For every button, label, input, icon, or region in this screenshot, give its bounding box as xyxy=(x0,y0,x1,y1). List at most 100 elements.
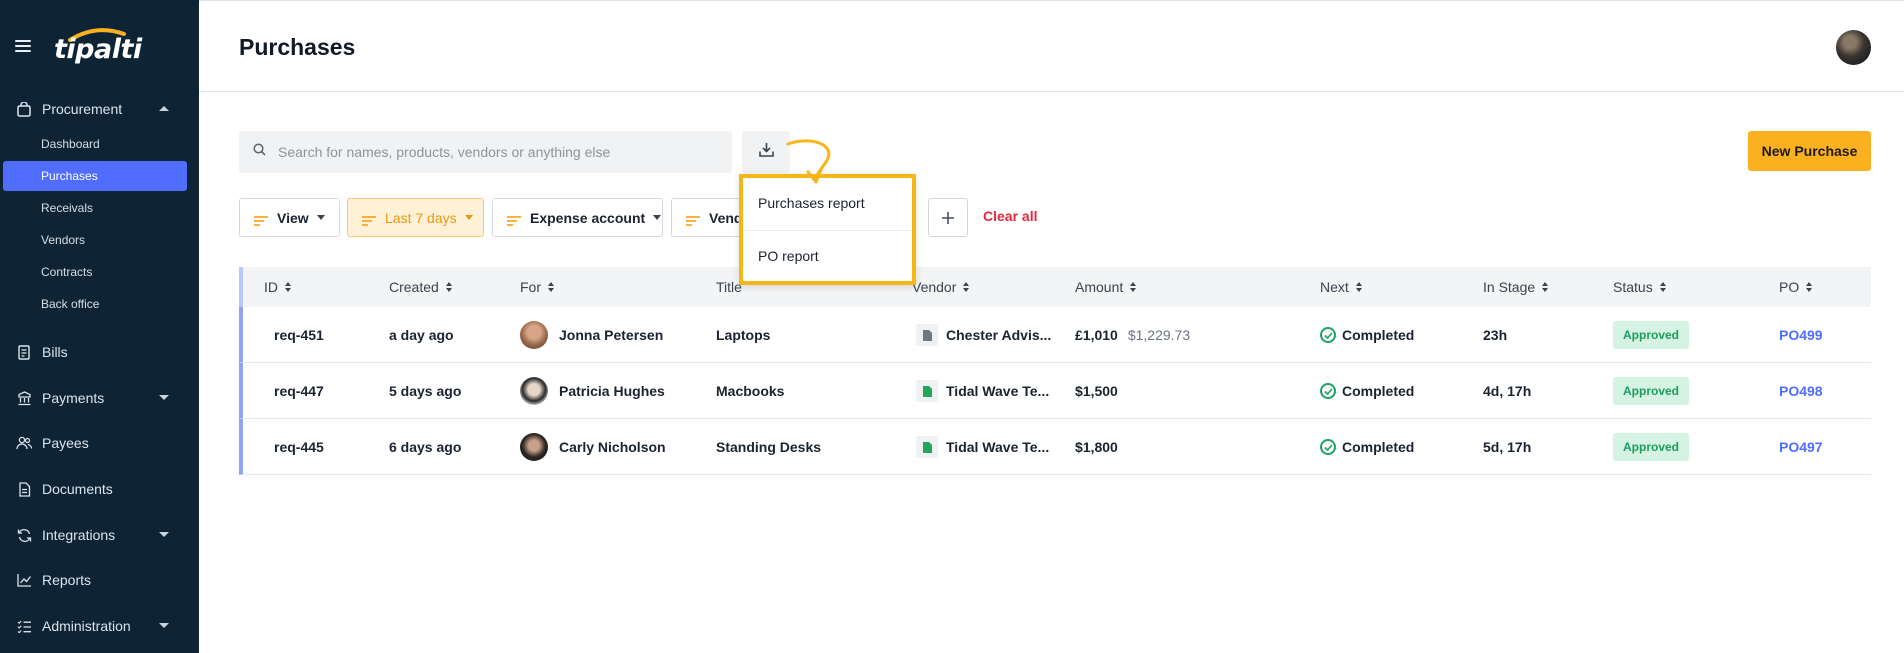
sort-icon xyxy=(445,282,452,292)
new-purchase-button[interactable]: New Purchase xyxy=(1748,131,1871,171)
sidebar-section-documents[interactable]: Documents xyxy=(0,474,199,504)
sidebar-item-purchases[interactable]: Purchases xyxy=(3,161,187,191)
table-row[interactable]: req-447 5 days ago Patricia Hughes Macbo… xyxy=(239,363,1871,419)
column-header-in-stage[interactable]: In Stage xyxy=(1483,279,1549,295)
cell-created: a day ago xyxy=(389,327,454,343)
sidebar-section-integrations[interactable]: Integrations xyxy=(0,520,199,550)
column-header-id[interactable]: ID xyxy=(264,279,291,295)
chevron-down-icon xyxy=(464,215,473,220)
search-input[interactable] xyxy=(278,144,718,160)
sort-icon xyxy=(1355,282,1362,292)
sidebar-section-payments[interactable]: Payments xyxy=(0,383,199,413)
amount-primary: $1,800 xyxy=(1075,439,1118,455)
person-name: Jonna Petersen xyxy=(559,327,664,343)
cell-next: Completed xyxy=(1320,419,1414,475)
sidebar-section-bills[interactable]: Bills xyxy=(0,337,199,367)
sidebar-item-contracts[interactable]: Contracts xyxy=(3,257,187,287)
checklist-icon xyxy=(16,618,32,634)
sidebar-section-label: Administration xyxy=(42,618,131,634)
sort-icon xyxy=(285,282,291,292)
column-label: ID xyxy=(264,279,278,295)
menu-item-po-report[interactable]: PO report xyxy=(743,231,912,281)
column-header-vendor[interactable]: Vendor xyxy=(912,279,970,295)
sidebar-item-receivals[interactable]: Receivals xyxy=(3,193,187,223)
chevron-down-icon xyxy=(159,623,169,628)
download-icon xyxy=(758,141,775,163)
person-name: Carly Nicholson xyxy=(559,439,666,455)
cell-amount: $1,800 xyxy=(1075,419,1118,475)
column-label: Created xyxy=(389,279,439,295)
column-header-po[interactable]: PO xyxy=(1779,279,1813,295)
bill-icon xyxy=(16,344,32,360)
cell-po: PO497 xyxy=(1779,419,1823,475)
cell-status: Approved xyxy=(1613,307,1690,363)
sort-icon xyxy=(1542,282,1549,292)
filter-label: View xyxy=(277,209,309,226)
sidebar-section-label: Procurement xyxy=(42,101,123,117)
cell-title: Standing Desks xyxy=(716,439,822,455)
amount-secondary: $1,229.73 xyxy=(1127,327,1191,343)
cell-for: Patricia Hughes xyxy=(520,363,665,419)
payees-icon xyxy=(16,435,32,451)
bag-icon xyxy=(16,101,32,117)
clear-all-link[interactable]: Clear all xyxy=(983,208,1037,224)
avatar xyxy=(520,433,548,461)
sort-icon xyxy=(548,282,554,292)
sidebar-section-procurement[interactable]: Procurement xyxy=(0,94,199,124)
cell-next: Completed xyxy=(1320,307,1414,363)
file-icon xyxy=(916,380,938,402)
column-header-amount[interactable]: Amount xyxy=(1075,279,1137,295)
vendor-name: Tidal Wave Te... xyxy=(946,439,1050,455)
sidebar-section-label: Reports xyxy=(42,572,92,588)
filter-label: Vend xyxy=(709,209,743,226)
filter-label: Expense account xyxy=(530,209,646,226)
cell-next: Completed xyxy=(1320,363,1414,419)
purchases-table: ID Created For Title Vendor Amount Next … xyxy=(239,267,1871,475)
next-label: Completed xyxy=(1342,439,1415,455)
next-label: Completed xyxy=(1342,327,1415,343)
table-row[interactable]: req-451 a day ago Jonna Petersen Laptops… xyxy=(239,307,1871,363)
po-link[interactable]: PO499 xyxy=(1779,327,1823,343)
callout-arrow-icon xyxy=(786,139,831,184)
cell-id: req-451 xyxy=(274,327,324,343)
cell-status: Approved xyxy=(1613,363,1690,419)
user-avatar[interactable] xyxy=(1836,30,1871,65)
sidebar-section-administration[interactable]: Administration xyxy=(0,611,199,641)
cell-created: 5 days ago xyxy=(389,383,462,399)
file-icon xyxy=(916,436,938,458)
column-header-for[interactable]: For xyxy=(520,279,554,295)
cell-for: Jonna Petersen xyxy=(520,307,663,363)
tipalti-logo[interactable]: tipalti xyxy=(54,28,142,66)
sidebar-section-payees[interactable]: Payees xyxy=(0,428,199,458)
check-circle-icon xyxy=(1320,383,1336,399)
cell-for: Carly Nicholson xyxy=(520,419,666,475)
table-header: ID Created For Title Vendor Amount Next … xyxy=(239,267,1871,307)
sort-icon xyxy=(1806,282,1813,292)
header-divider xyxy=(199,91,1904,92)
status-badge: Approved xyxy=(1613,321,1690,349)
filter-lines-icon xyxy=(254,213,268,226)
column-header-created[interactable]: Created xyxy=(389,279,452,295)
cell-po: PO498 xyxy=(1779,363,1823,419)
sidebar-section-reports[interactable]: Reports xyxy=(0,565,199,595)
sidebar-item-dashboard[interactable]: Dashboard xyxy=(3,129,187,159)
column-header-next[interactable]: Next xyxy=(1320,279,1362,295)
cell-title: Laptops xyxy=(716,327,771,343)
filter-view[interactable]: View xyxy=(239,198,340,237)
sidebar-item-back-office[interactable]: Back office xyxy=(3,289,187,319)
amount-primary: £1,010 xyxy=(1075,327,1118,343)
cell-in-stage: 23h xyxy=(1483,327,1508,343)
po-link[interactable]: PO498 xyxy=(1779,383,1823,399)
table-row[interactable]: req-445 6 days ago Carly Nicholson Stand… xyxy=(239,419,1871,475)
cell-in-stage: 5d, 17h xyxy=(1483,439,1532,455)
cell-id: req-445 xyxy=(274,439,324,455)
po-link[interactable]: PO497 xyxy=(1779,439,1823,455)
chart-icon xyxy=(16,572,32,588)
filter-date-range[interactable]: Last 7 days xyxy=(347,198,484,237)
add-filter-button[interactable] xyxy=(928,198,968,237)
menu-icon[interactable] xyxy=(15,40,31,52)
filter-expense-account[interactable]: Expense account xyxy=(492,198,663,237)
sidebar-item-vendors[interactable]: Vendors xyxy=(3,225,187,255)
cell-id: req-447 xyxy=(274,383,324,399)
column-header-status[interactable]: Status xyxy=(1613,279,1666,295)
